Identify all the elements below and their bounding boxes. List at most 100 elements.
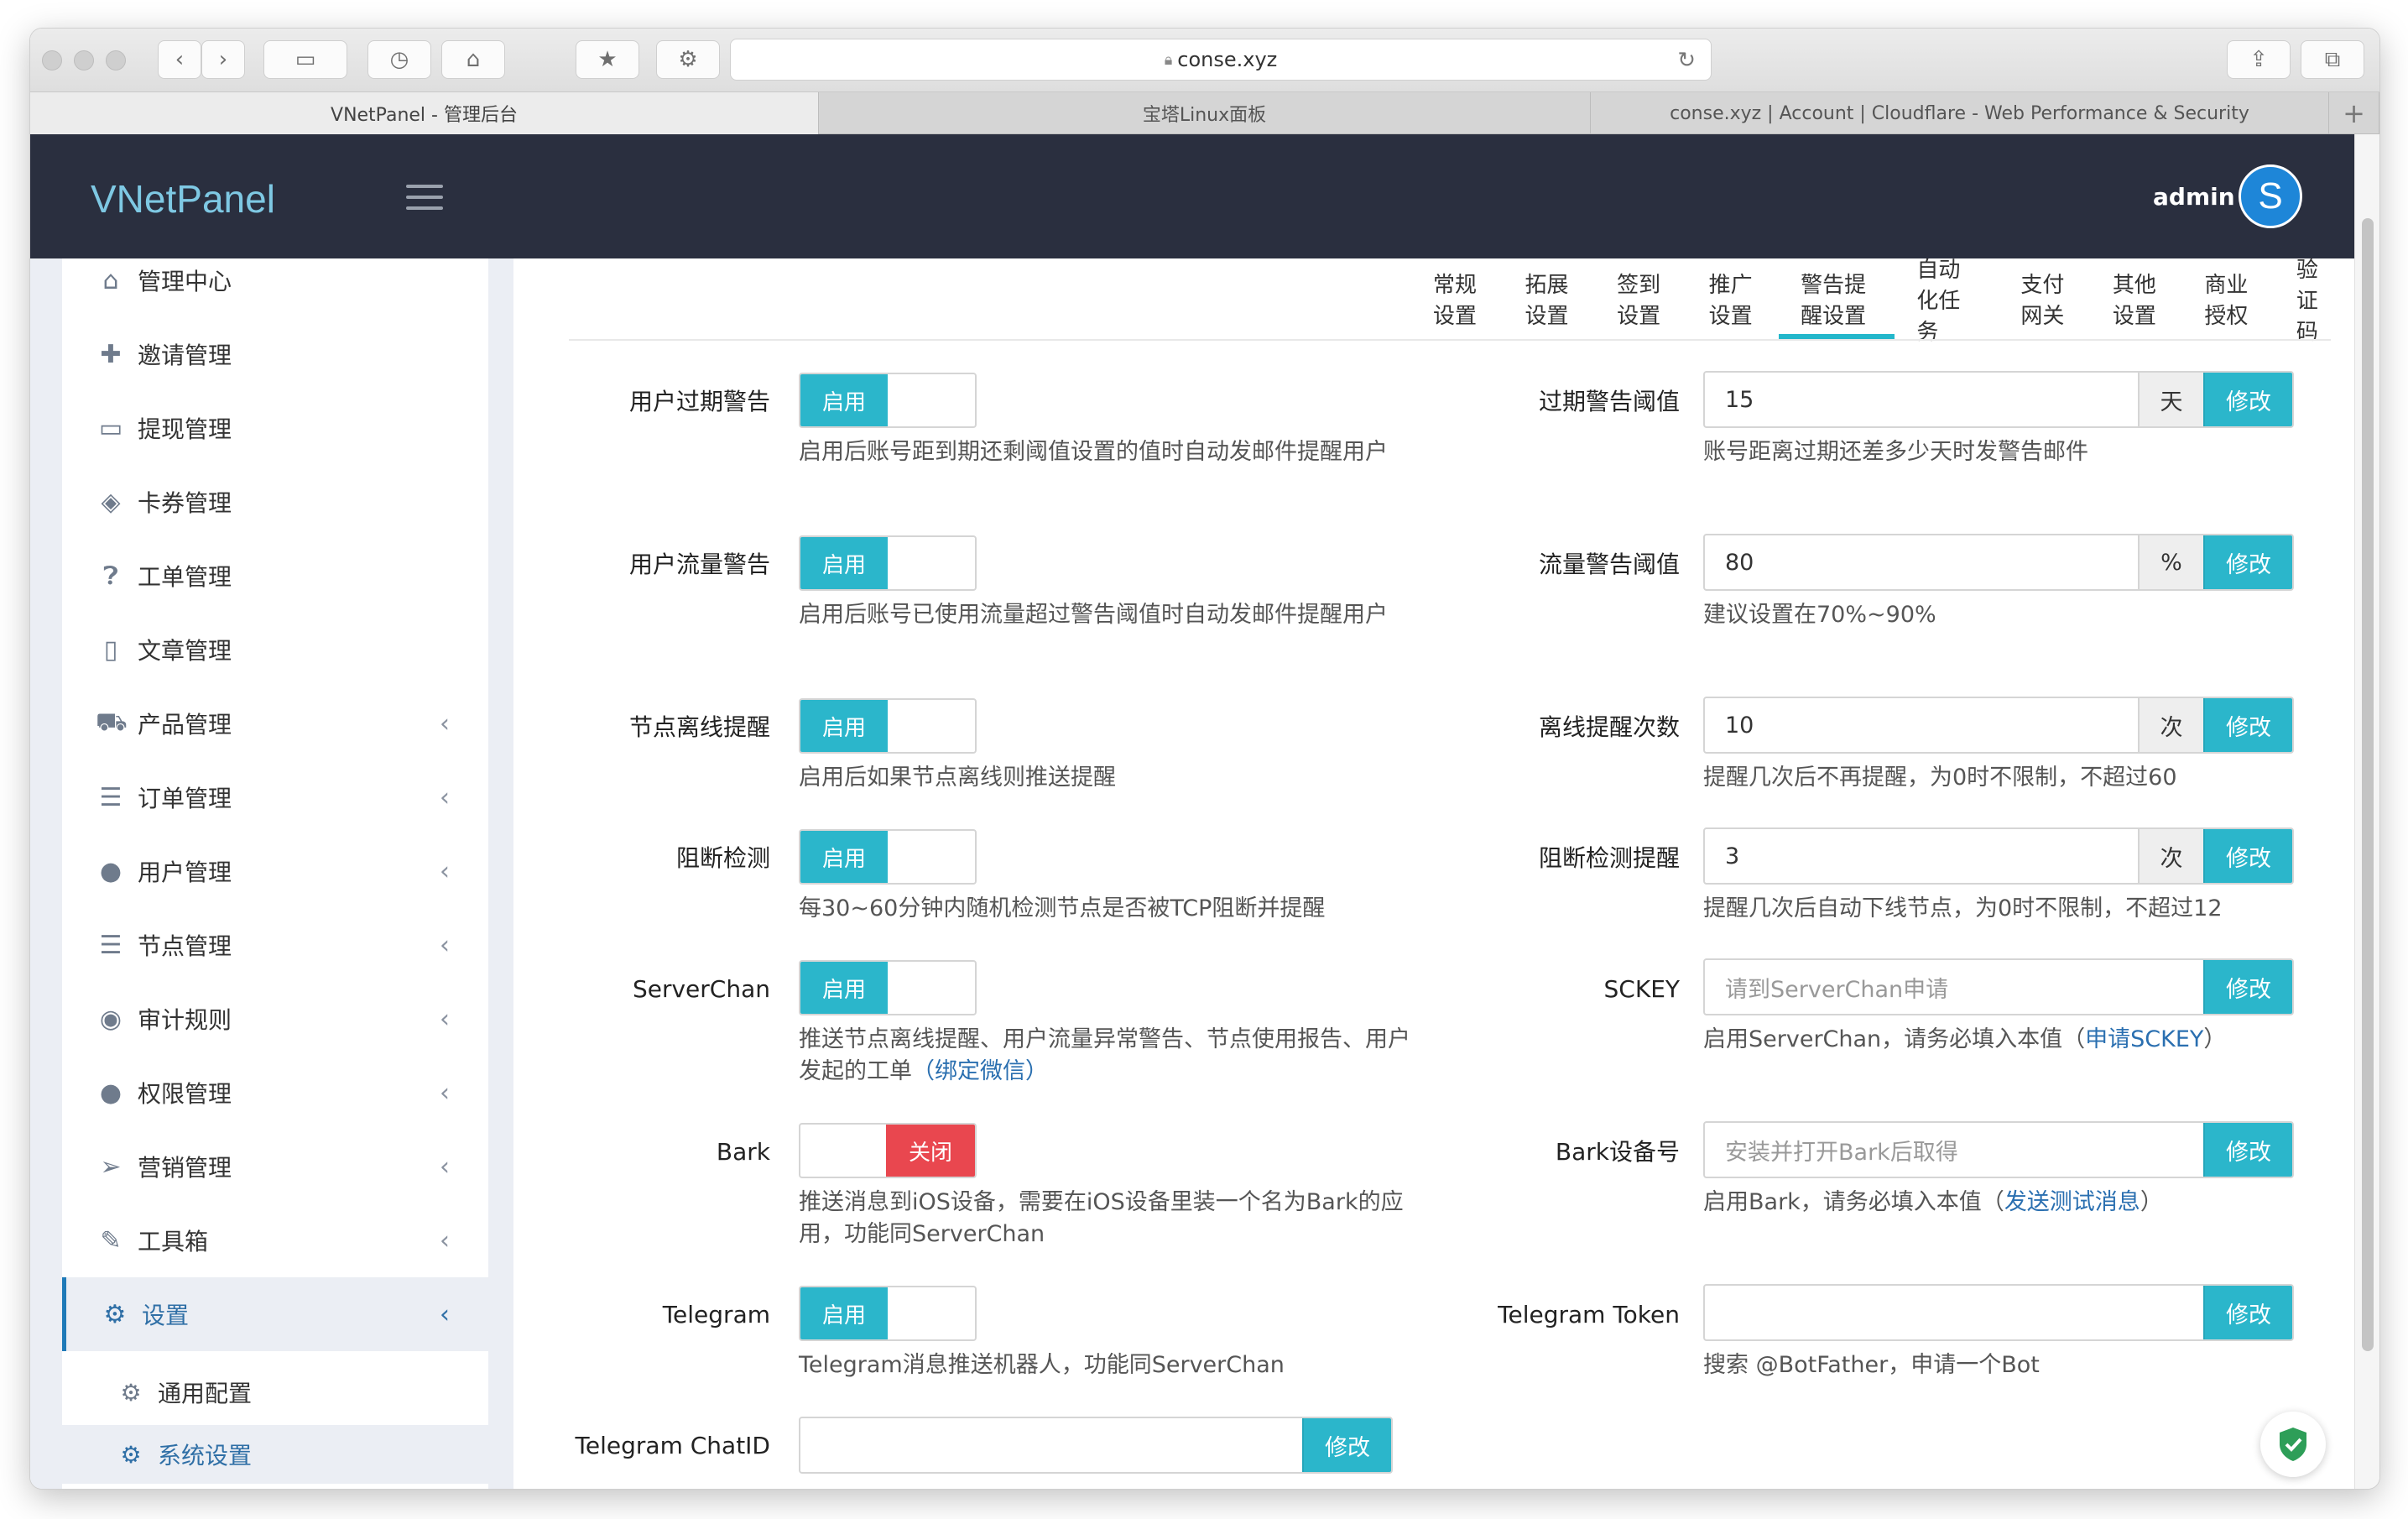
address-bar[interactable]: 🔒︎ conse.xyz ↻ — [730, 39, 1712, 81]
reload-icon[interactable]: ↻ — [1677, 48, 1696, 73]
security-shield-icon[interactable] — [2260, 1412, 2326, 1477]
tab-payment[interactable]: 支付网关 — [1999, 258, 2091, 339]
minimize-window-icon[interactable] — [74, 50, 94, 70]
sidebar-item-audit[interactable]: ◉ 审计规则 ‹ — [62, 982, 488, 1056]
setting-label: SCKEY — [1603, 975, 1680, 1003]
sidebar-item-products[interactable]: ⛟ 产品管理 ‹ — [62, 686, 488, 760]
sidebar-item-coupons[interactable]: ◈ 卡券管理 — [62, 465, 488, 539]
bookmark-button[interactable]: ★ — [576, 40, 639, 79]
block-detection-toggle[interactable]: 启用 — [799, 829, 977, 885]
zoom-window-icon[interactable] — [106, 50, 126, 70]
node-offline-toggle[interactable]: 启用 — [799, 698, 977, 754]
toggle-state: 启用 — [800, 700, 888, 752]
sidebar-subitem-general[interactable]: ⚙ 通用配置 — [62, 1363, 488, 1422]
sidebar-item-settings[interactable]: ⚙ 设置 ‹ — [62, 1277, 488, 1351]
telegram-toggle[interactable]: 启用 — [799, 1286, 977, 1341]
help-text-tail: ） — [2140, 1189, 2163, 1215]
sidebar-item-withdraw[interactable]: ▭ 提现管理 — [62, 391, 488, 465]
tab-alerts[interactable]: 警告提醒设置 — [1779, 258, 1895, 339]
sidebar-item-marketing[interactable]: ➢ 营销管理 ‹ — [62, 1130, 488, 1203]
users-icon: ● — [99, 856, 122, 886]
tabs-overview-button[interactable]: ⧉ — [2301, 40, 2364, 79]
modify-button[interactable]: 修改 — [2203, 698, 2292, 752]
sidebar-item-label: 订单管理 — [138, 785, 232, 812]
telegram-chatid-group: 修改 — [799, 1417, 1393, 1474]
sidebar-toggle-button[interactable]: ▭ — [263, 40, 347, 79]
sckey-input[interactable]: 请到ServerChan申请 — [1705, 960, 2203, 1014]
modify-button[interactable]: 修改 — [2203, 535, 2292, 589]
unit-addon: 次 — [2138, 698, 2203, 752]
tabs-icon: ⧉ — [2324, 46, 2341, 72]
sidebar-item-dashboard[interactable]: ⌂ 管理中心 — [62, 243, 488, 317]
modify-button[interactable]: 修改 — [2203, 373, 2292, 426]
help-text-body: 启用ServerChan，请务必填入本值（ — [1703, 1026, 2086, 1052]
apply-sckey-link[interactable]: 申请SCKEY — [2085, 1026, 2203, 1052]
url-text: conse.xyz — [1177, 48, 1278, 71]
tab-license[interactable]: 商业授权 — [2182, 258, 2275, 339]
avatar[interactable]: S — [2239, 164, 2302, 228]
tab-other[interactable]: 其他设置 — [2091, 258, 2183, 339]
bark-device-input[interactable]: 安装并打开Bark后取得 — [1705, 1123, 2203, 1177]
sidebar-subitem-system[interactable]: ⚙ 系统设置 — [62, 1425, 488, 1484]
sidebar-item-label: 节点管理 — [138, 932, 232, 960]
sidebar-item-permissions[interactable]: ● 权限管理 ‹ — [62, 1056, 488, 1130]
traffic-threshold-input[interactable]: 80 — [1705, 535, 2138, 589]
help-text-body: 推送节点离线提醒、用户流量异常警告、节点使用报告、用户发起的工单 — [799, 1026, 1410, 1084]
page-scrollbar[interactable] — [2354, 134, 2379, 1489]
telegram-chatid-input[interactable] — [800, 1418, 1302, 1472]
tab-automation[interactable]: 自动化任务 — [1895, 258, 1999, 345]
browser-tab-bar: VNetPanel - 管理后台 宝塔Linux面板 conse.xyz | A… — [30, 92, 2379, 134]
sidebar-item-articles[interactable]: ▯ 文章管理 — [62, 613, 488, 686]
expire-warning-toggle[interactable]: 启用 — [799, 373, 977, 428]
setting-label: 节点离线提醒 — [628, 713, 770, 741]
tab-extension[interactable]: 拓展设置 — [1504, 258, 1596, 339]
brand-logo[interactable]: VNetPanel — [91, 176, 275, 222]
sidebar-item-nodes[interactable]: ☰ 节点管理 ‹ — [62, 908, 488, 982]
telegram-token-input[interactable] — [1705, 1286, 2203, 1339]
modify-button[interactable]: 修改 — [2203, 1286, 2292, 1339]
offline-count-input[interactable]: 10 — [1705, 698, 2138, 752]
expire-threshold-input[interactable]: 15 — [1705, 373, 2138, 426]
bark-toggle[interactable]: 关闭 — [799, 1123, 977, 1178]
settings-button[interactable]: ⚙ — [656, 40, 720, 79]
browser-tab[interactable]: 宝塔Linux面板 — [819, 92, 1591, 134]
help-text: Telegram消息推送机器人，功能同ServerChan — [799, 1352, 1285, 1378]
bind-wechat-link[interactable]: （绑定微信） — [912, 1058, 1048, 1084]
history-button[interactable]: ◷ — [367, 40, 431, 79]
send-test-message-link[interactable]: 发送测试消息 — [2004, 1189, 2140, 1215]
sidebar-item-invites[interactable]: ✚ 邀请管理 — [62, 317, 488, 391]
modify-button[interactable]: 修改 — [2203, 960, 2292, 1014]
close-window-icon[interactable] — [42, 50, 62, 70]
share-button[interactable]: ⇪ — [2227, 40, 2291, 79]
puzzle-icon: ✚ — [100, 339, 122, 369]
credit-card-icon: ▭ — [98, 413, 123, 443]
block-alert-input[interactable]: 3 — [1705, 829, 2138, 883]
traffic-warning-toggle[interactable]: 启用 — [799, 535, 977, 591]
new-tab-button[interactable]: + — [2329, 92, 2379, 134]
modify-button[interactable]: 修改 — [1302, 1418, 1391, 1472]
help-text: 启用后账号已使用流量超过警告阈值时自动发邮件提醒用户 — [799, 602, 1388, 628]
serverchan-toggle[interactable]: 启用 — [799, 960, 977, 1015]
share-icon: ⇪ — [2249, 47, 2268, 72]
tab-checkin[interactable]: 签到设置 — [1595, 258, 1687, 339]
help-text: 启用Bark，请务必填入本值（发送测试消息） — [1703, 1187, 2307, 1219]
home-button[interactable]: ⌂ — [441, 40, 505, 79]
sidebar-item-toolbox[interactable]: ✎ 工具箱 ‹ — [62, 1203, 488, 1277]
tab-promotion[interactable]: 推广设置 — [1687, 258, 1780, 339]
browser-tab[interactable]: VNetPanel - 管理后台 — [30, 92, 819, 134]
tab-captcha[interactable]: 验证码 — [2275, 258, 2354, 345]
modify-button[interactable]: 修改 — [2203, 829, 2292, 883]
sidebar-item-users[interactable]: ● 用户管理 ‹ — [62, 834, 488, 908]
unit-addon: % — [2138, 535, 2203, 589]
browser-tab[interactable]: conse.xyz | Account | Cloudflare - Web P… — [1591, 92, 2329, 134]
modify-button[interactable]: 修改 — [2203, 1123, 2292, 1177]
tab-general[interactable]: 常规设置 — [1411, 258, 1504, 339]
sidebar-item-tickets[interactable]: ❓︎ 工单管理 — [62, 539, 488, 613]
forward-button[interactable]: › — [201, 40, 245, 79]
back-button[interactable]: ‹ — [158, 40, 201, 79]
sidebar-item-orders[interactable]: ☰ 订单管理 ‹ — [62, 760, 488, 834]
menu-toggle-icon[interactable] — [406, 185, 443, 217]
user-name[interactable]: admin — [2153, 183, 2235, 211]
setting-label: 流量警告阈值 — [1538, 551, 1680, 578]
toggle-state: 启用 — [800, 831, 888, 883]
